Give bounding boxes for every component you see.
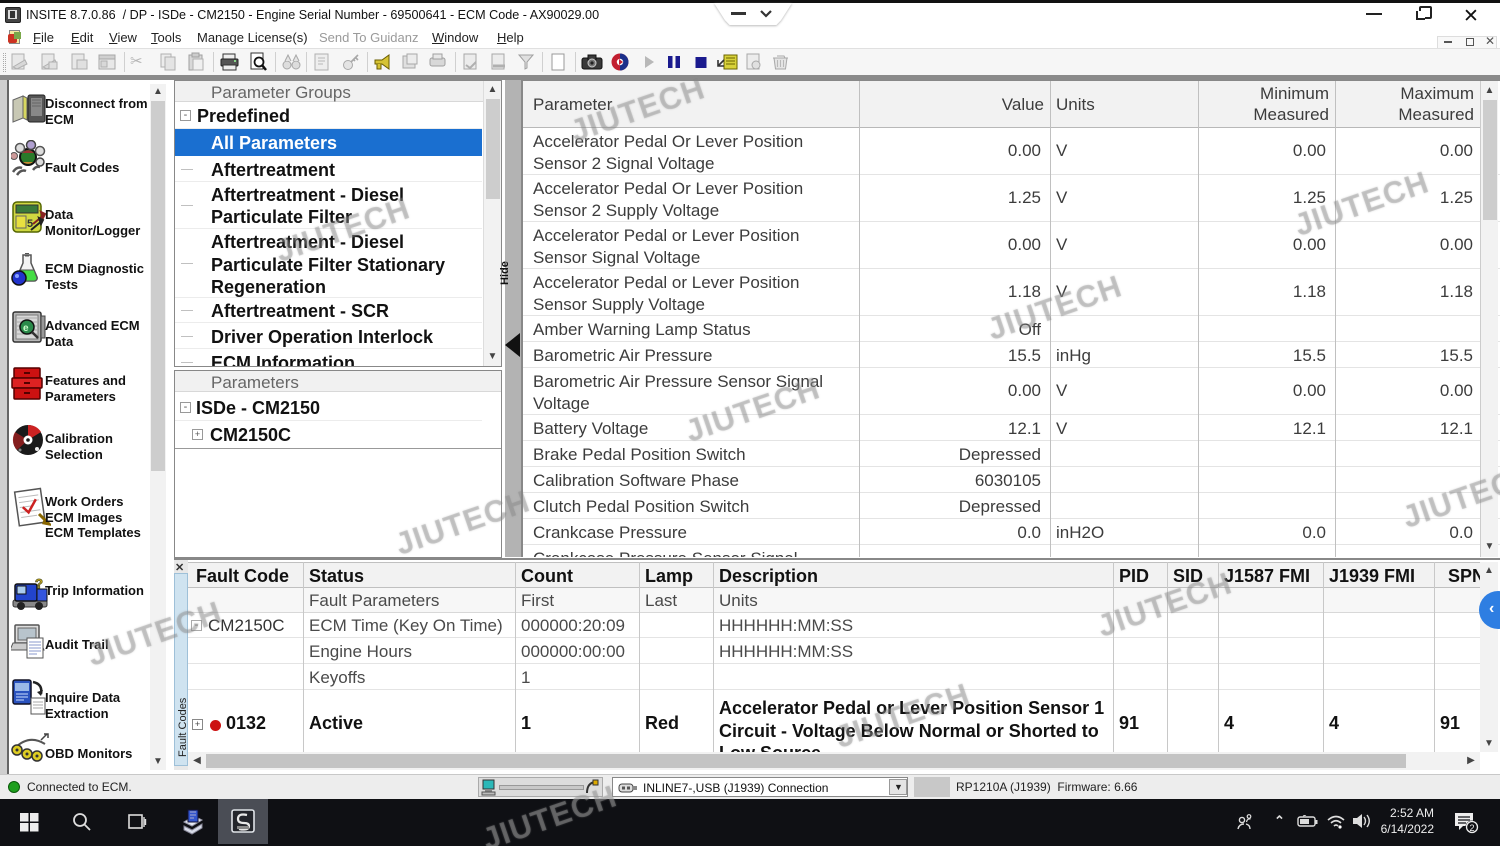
svg-text:?: ?	[35, 576, 43, 591]
svg-text:e: e	[23, 323, 29, 334]
svg-text:2: 2	[1470, 823, 1475, 833]
